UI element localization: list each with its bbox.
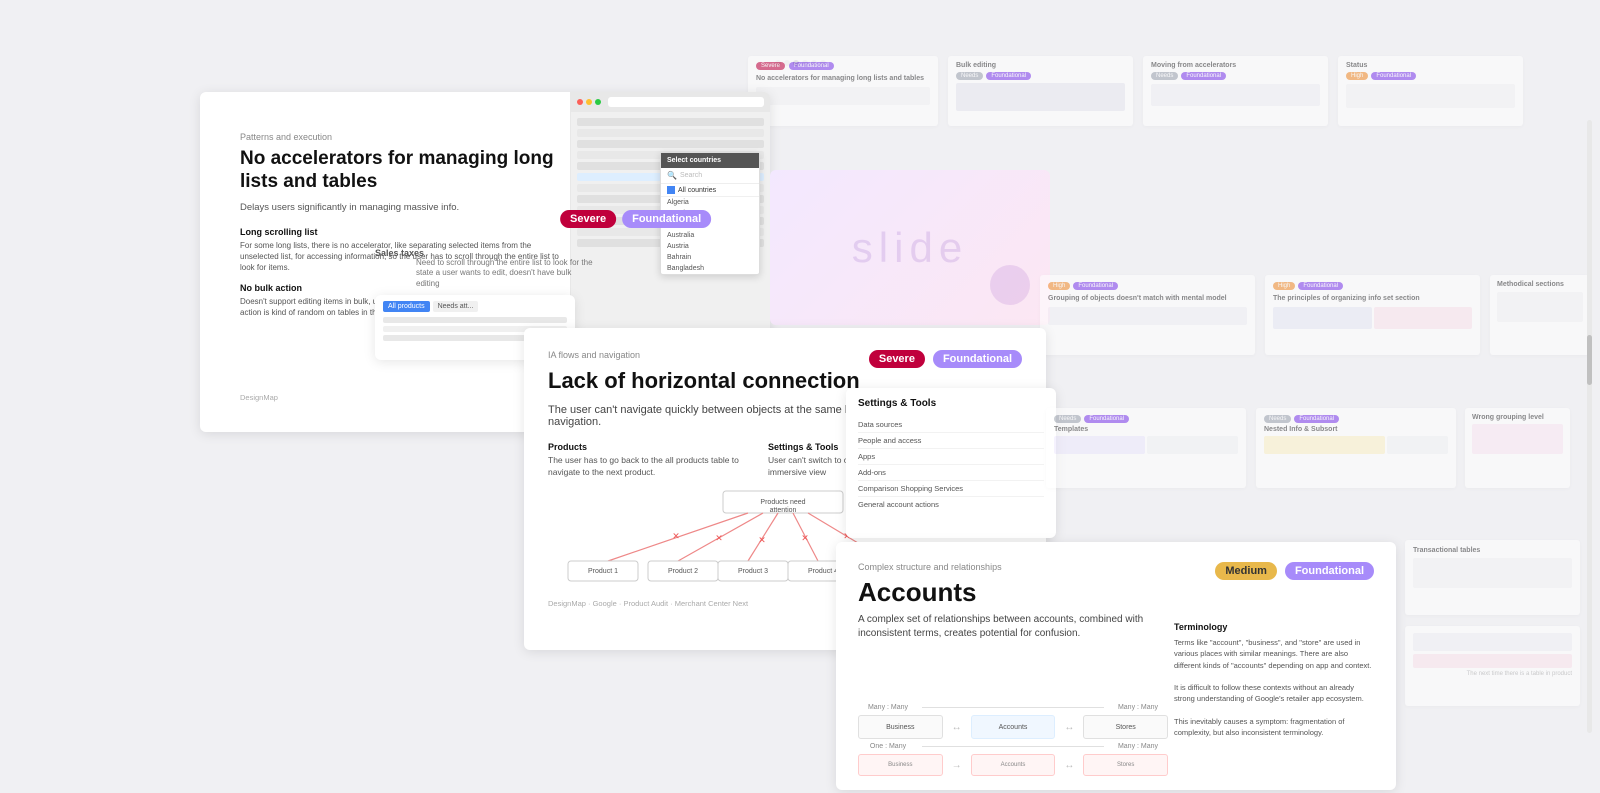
badge-severe-card1: Severe <box>560 210 616 228</box>
bg-card-bot-right: Wrong grouping level <box>1465 408 1570 488</box>
bg-content-4 <box>1346 84 1515 108</box>
bg-mid-title-2: The principles of organizing info set se… <box>1273 294 1472 303</box>
badge-foundational-main: Foundational <box>933 350 1022 368</box>
bg-bot-title-1: Templates <box>1054 426 1238 433</box>
bg-title-1: No accelerators for managing long lists … <box>756 74 930 83</box>
bg-badge-3: Needs <box>1151 72 1178 80</box>
bg-badge-bot-foundational1: Foundational <box>1084 415 1129 423</box>
bg-card-top-mid2: Moving from accelerators Needs Foundatio… <box>1143 56 1328 126</box>
bg-content-2 <box>956 83 1125 111</box>
svg-text:✕: ✕ <box>758 535 766 545</box>
card-accounts: Medium Foundational Complex structure an… <box>836 542 1396 790</box>
bg-title-3: Moving from accelerators <box>1151 62 1320 69</box>
bg-badge-2: Needs <box>956 72 983 80</box>
bg-card-bot-left: Needs Foundational Templates <box>1046 408 1246 488</box>
bg-card-extra-2: The next time there is a table in produc… <box>1405 626 1580 706</box>
slide-watermark: slide <box>852 224 968 272</box>
bg-badge-bot1: Needs <box>1054 415 1081 423</box>
svg-text:Product 3: Product 3 <box>738 568 768 575</box>
card-main-col1: Products The user has to go back to the … <box>548 442 748 479</box>
canvas: Severe Foundational No accelerators for … <box>0 0 1600 793</box>
settings-item-6: General account actions <box>858 497 1044 512</box>
bg-badge-foundational-1: Foundational <box>789 62 834 70</box>
card1-subtitle: Delays users significantly in managing m… <box>240 202 570 213</box>
settings-item-3: Apps <box>858 449 1044 465</box>
bg-title-2: Bulk editing <box>956 62 1125 69</box>
bg-card-mid-left: High Foundational Grouping of objects do… <box>1040 275 1255 355</box>
bg-badge-high-3: High <box>1273 282 1295 290</box>
accounts-badges: Medium Foundational <box>1215 562 1374 580</box>
bg-card-bot-mid: Needs Foundational Nested Info & Subsort <box>1256 408 1456 488</box>
bg-mid-title-3: Methodical sections <box>1497 281 1583 288</box>
bg-badge-foundational-3: Foundational <box>1181 72 1226 80</box>
bg-card-top-left: Severe Foundational No accelerators for … <box>748 56 938 126</box>
card-settings: Settings & Tools Data sources People and… <box>846 388 1056 538</box>
accounts-title: Accounts <box>858 577 1374 608</box>
tab-all: All products <box>383 301 430 312</box>
bg-content-3 <box>1151 84 1320 106</box>
bg-card-top-right: Status High Foundational <box>1338 56 1523 126</box>
terminology-section: Terminology Terms like "account", "busin… <box>1174 622 1374 738</box>
badge-severe-main: Severe <box>869 350 925 368</box>
card1-footer: DesignMap <box>240 393 278 402</box>
terminology-text: Terms like "account", "business", and "s… <box>1174 637 1374 738</box>
tab-needs: Needs att... <box>433 301 479 312</box>
card1-badges: Severe Foundational <box>560 210 711 228</box>
accounts-subtitle: A complex set of relationships between a… <box>858 613 1158 641</box>
bg-card-mid-mid1: High Foundational The principles of orga… <box>1265 275 1480 355</box>
badge-foundational-accounts: Foundational <box>1285 562 1374 580</box>
svg-text:Products need: Products need <box>760 499 805 506</box>
col1-text: The user has to go back to the all produ… <box>548 455 748 479</box>
svg-text:Product 2: Product 2 <box>668 568 698 575</box>
bg-bot-title-3: Wrong grouping level <box>1472 414 1563 421</box>
svg-text:✕: ✕ <box>801 533 809 543</box>
bg-badge-high-2: High <box>1048 282 1070 290</box>
svg-text:✕: ✕ <box>672 531 680 541</box>
card1-issue1-title: Long scrolling list <box>240 227 570 237</box>
badge-foundational-card1: Foundational <box>622 210 711 228</box>
account-diagram: Many : Many Many : Many Business ↔ Accou… <box>858 704 1168 776</box>
settings-item-2: People and access <box>858 433 1044 449</box>
col1-label: Products <box>548 442 748 452</box>
bg-card-far-right-mid: Methodical sections <box>1490 275 1590 355</box>
slide-card: slide <box>770 170 1050 325</box>
bg-thumb-1 <box>756 87 930 105</box>
settings-item-1: Data sources <box>858 417 1044 433</box>
bg-badge-high-1: High <box>1346 72 1368 80</box>
card1-title: No accelerators for managing long lists … <box>240 148 570 194</box>
bg-badge-foundational-2: Foundational <box>986 72 1031 80</box>
sales-taxes-label: Sales taxes <box>375 248 424 258</box>
svg-text:✕: ✕ <box>715 533 723 543</box>
bg-badge-foundational-4: Foundational <box>1371 72 1416 80</box>
bg-badge-foundational-6: Foundational <box>1298 282 1343 290</box>
bg-badge-severe-1: Severe <box>756 62 785 70</box>
scrollbar-thumb[interactable] <box>1587 335 1592 385</box>
terminology-title: Terminology <box>1174 622 1374 632</box>
card-main-badges: Severe Foundational <box>869 350 1022 368</box>
card1-section-label: Patterns and execution <box>240 132 570 142</box>
settings-title: Settings & Tools <box>858 398 1044 409</box>
bg-mid-title-1: Grouping of objects doesn't match with m… <box>1048 294 1247 303</box>
bg-extra-title-1: Transactional tables <box>1413 547 1572 554</box>
bg-card-top-mid1: Bulk editing Needs Foundational <box>948 56 1133 126</box>
sales-taxes-text: Need to scroll through the entire list t… <box>416 258 596 289</box>
bg-badge-foundational-5: Foundational <box>1073 282 1118 290</box>
svg-text:Product 4: Product 4 <box>808 568 838 575</box>
settings-item-5: Comparison Shopping Services <box>858 481 1044 497</box>
bg-bot-title-2: Nested Info & Subsort <box>1264 426 1448 433</box>
bg-badge-bot2: Needs <box>1264 415 1291 423</box>
svg-text:attention: attention <box>770 507 797 514</box>
bg-title-4: Status <box>1346 62 1515 69</box>
settings-item-4: Add-ons <box>858 465 1044 481</box>
bg-card-extra-1: Transactional tables <box>1405 540 1580 615</box>
scrollbar-track[interactable] <box>1587 120 1592 733</box>
slide-circle <box>990 265 1030 305</box>
badge-medium-accounts: Medium <box>1215 562 1277 580</box>
svg-text:Product 1: Product 1 <box>588 568 618 575</box>
bg-badge-bot-foundational2: Foundational <box>1294 415 1339 423</box>
